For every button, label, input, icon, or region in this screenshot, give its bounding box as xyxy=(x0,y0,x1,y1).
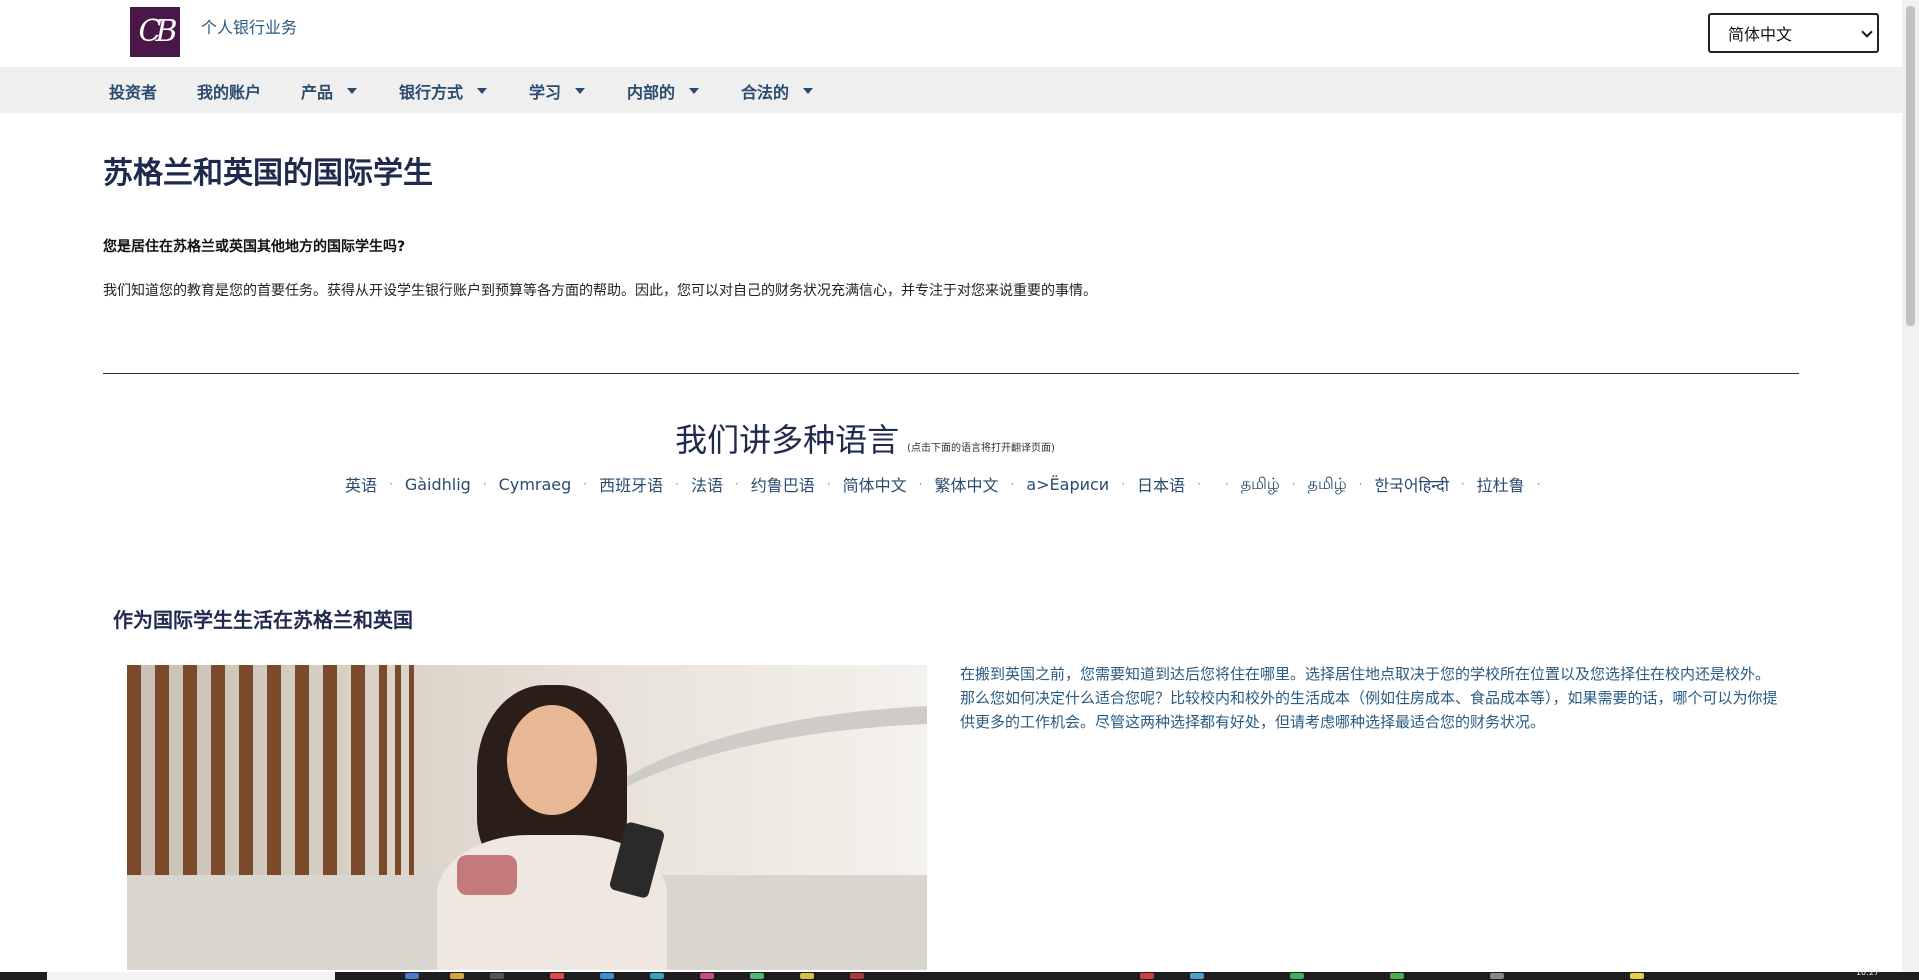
language-link[interactable]: Gàidhlig xyxy=(405,475,471,494)
languages-heading: 我们讲多种语言 (点击下面的语言将打开翻译页面) xyxy=(0,415,1730,461)
caret-down-icon xyxy=(575,88,586,94)
nav-item-products[interactable]: 产品 xyxy=(301,79,358,103)
app-icon[interactable] xyxy=(1290,973,1304,979)
app-icon[interactable] xyxy=(1630,973,1644,979)
caret-down-icon xyxy=(477,88,488,94)
separator-dot: · xyxy=(675,477,679,491)
separator-dot: · xyxy=(734,477,739,491)
separator-dot: · xyxy=(583,477,588,491)
taskbar-search[interactable] xyxy=(47,972,335,980)
chevron-down-icon xyxy=(1861,26,1873,38)
caret-down-icon xyxy=(347,88,358,94)
page-title: 苏格兰和英国的国际学生 xyxy=(103,156,433,191)
section-divider xyxy=(103,373,1799,374)
intro-question: 您是居住在苏格兰或英国其他地方的国际学生吗? xyxy=(103,239,406,255)
language-link[interactable]: 约鲁巴语 xyxy=(751,472,815,496)
nav-label: 投资者 xyxy=(109,83,158,102)
nav-label: 合法的 xyxy=(741,83,790,102)
app-icon[interactable] xyxy=(700,973,714,979)
separator-dot: · xyxy=(1536,477,1541,491)
nav-item-internal[interactable]: 内部的 xyxy=(627,79,700,103)
language-link[interactable]: 简体中文 xyxy=(843,472,907,496)
language-link[interactable]: a>Ёариси xyxy=(1026,475,1109,494)
caret-down-icon xyxy=(689,88,700,94)
section-title: 作为国际学生生活在苏格兰和英国 xyxy=(113,608,413,632)
language-link[interactable]: 西班牙语 xyxy=(599,472,663,496)
nav-item-my-account[interactable]: 我的账户 xyxy=(197,79,261,103)
separator-dot: · xyxy=(1010,477,1015,491)
nav-item-investors[interactable]: 投资者 xyxy=(109,79,157,103)
language-link[interactable]: Cymraeg xyxy=(499,475,572,494)
app-icon[interactable] xyxy=(650,973,664,979)
app-icon[interactable] xyxy=(850,973,864,979)
separator-dot: · xyxy=(1358,477,1363,491)
language-link[interactable]: 拉杜鲁 xyxy=(1477,472,1525,496)
site-header: CB 个人银行业务 简体中文 xyxy=(0,0,1902,67)
app-icon[interactable] xyxy=(405,973,419,979)
page-scrollbar[interactable] xyxy=(1902,0,1919,972)
app-icon[interactable] xyxy=(1190,973,1204,979)
language-link[interactable]: 한국어हिन्दी xyxy=(1374,472,1448,496)
nav-item-banking-methods[interactable]: 银行方式 xyxy=(399,79,488,103)
nav-item-legal[interactable]: 合法的 xyxy=(741,79,814,103)
language-select[interactable]: 简体中文 xyxy=(1708,13,1879,53)
language-links: 英语 · Gàidhlig · Cymraeg · 西班牙语 · 法语 · 约鲁巴语 · 简… xyxy=(345,472,1553,496)
os-taskbar: 10:27 xyxy=(0,968,1919,980)
nav-label: 学习 xyxy=(529,83,562,102)
nav-label: 产品 xyxy=(301,83,334,102)
language-select-value: 简体中文 xyxy=(1728,25,1793,44)
app-icon[interactable] xyxy=(1390,973,1404,979)
nav-item-learn[interactable]: 学习 xyxy=(529,79,586,103)
app-icon[interactable] xyxy=(1490,973,1504,979)
language-link[interactable]: 日本语 xyxy=(1137,472,1185,496)
app-icon[interactable] xyxy=(750,973,764,979)
language-link[interactable]: தமிழ் xyxy=(1241,474,1280,495)
language-link[interactable]: 英语 xyxy=(345,472,377,496)
separator-dot: · xyxy=(482,477,487,491)
separator-dot: · xyxy=(389,477,393,491)
app-icon[interactable] xyxy=(490,973,504,979)
separator-dot: · xyxy=(1460,477,1465,491)
separator-dot: · xyxy=(1197,477,1201,491)
intro-paragraph: 我们知道您的教育是您的首要任务。获得从开设学生银行账户到预算等各方面的帮助。因此… xyxy=(103,283,1097,299)
main-nav: 投资者 我的账户 产品 银行方式 学习 内部的 合法的 xyxy=(0,67,1902,113)
separator-dot: · xyxy=(1224,477,1229,491)
browser-icon[interactable] xyxy=(550,973,564,979)
languages-hint: (点击下面的语言将打开翻译页面) xyxy=(907,443,1055,454)
separator-dot: · xyxy=(1121,477,1126,491)
nav-label: 内部的 xyxy=(627,83,676,102)
nav-label: 银行方式 xyxy=(399,83,464,102)
student-photo xyxy=(127,665,927,970)
brand-subtitle[interactable]: 个人银行业务 xyxy=(201,14,297,38)
app-icon[interactable] xyxy=(600,973,614,979)
caret-down-icon xyxy=(803,88,814,94)
language-link[interactable]: 繁体中文 xyxy=(934,472,998,496)
app-icon[interactable] xyxy=(800,973,814,979)
logo-text: CB xyxy=(138,14,178,49)
languages-title: 我们讲多种语言 xyxy=(675,421,900,459)
separator-dot: · xyxy=(1291,477,1296,491)
separator-dot: · xyxy=(826,477,831,491)
scroll-thumb[interactable] xyxy=(1906,6,1915,326)
separator-dot: · xyxy=(918,477,923,491)
language-link[interactable]: தமிழ் xyxy=(1308,474,1347,495)
taskbar-clock: 10:27 xyxy=(1855,968,1879,977)
bank-logo[interactable]: CB xyxy=(130,7,180,57)
language-link[interactable]: 法语 xyxy=(691,472,723,496)
app-icon[interactable] xyxy=(1140,973,1154,979)
nav-label: 我的账户 xyxy=(197,83,262,102)
section-body: 在搬到英国之前，您需要知道到达后您将住在哪里。选择居住地点取决于您的学校所在位置… xyxy=(960,665,1778,731)
folder-icon[interactable] xyxy=(450,973,464,979)
